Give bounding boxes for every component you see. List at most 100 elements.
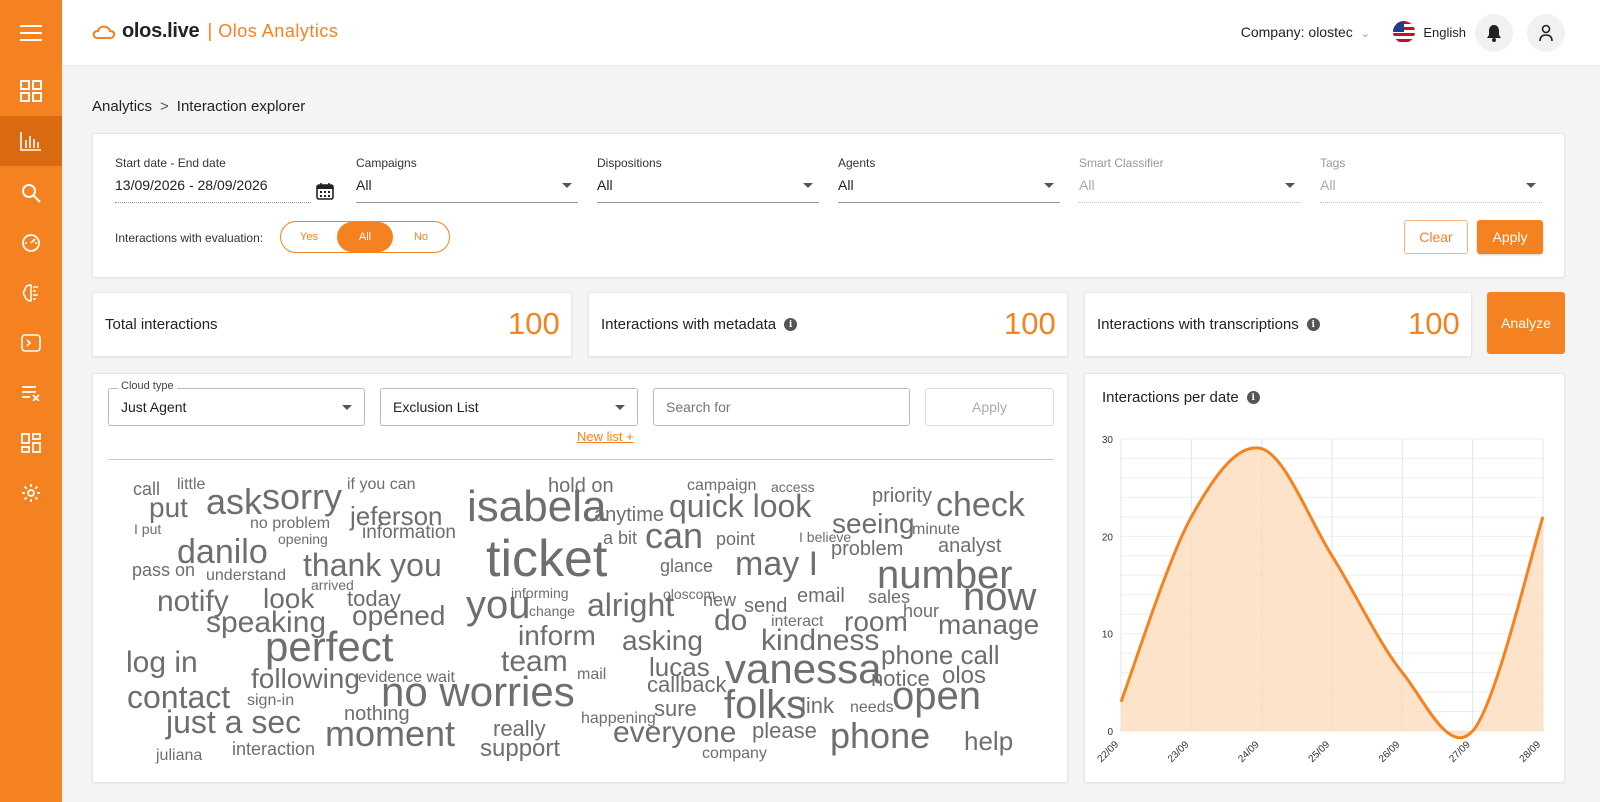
settings-icon[interactable] bbox=[0, 468, 62, 518]
menu-icon[interactable] bbox=[0, 8, 62, 58]
widgets-icon[interactable] bbox=[0, 418, 62, 468]
cloud-word[interactable]: link bbox=[801, 695, 834, 717]
cloud-word[interactable]: help bbox=[964, 728, 1013, 754]
cloud-word[interactable]: priority bbox=[872, 486, 932, 506]
cloud-word[interactable]: phone bbox=[830, 718, 930, 754]
cloud-word[interactable]: ticket bbox=[486, 533, 607, 585]
cloud-word[interactable]: information bbox=[362, 523, 456, 542]
cloud-word[interactable]: change bbox=[529, 604, 575, 618]
brain-icon[interactable] bbox=[0, 268, 62, 318]
cloud-word[interactable]: if you can bbox=[347, 477, 415, 493]
info-icon[interactable]: i bbox=[1306, 318, 1320, 331]
cloud-word[interactable]: isabela bbox=[467, 485, 606, 529]
smart-classifier-value: All bbox=[1079, 177, 1095, 193]
cloud-word[interactable]: juliana bbox=[156, 748, 202, 764]
cloud-word[interactable]: no worries bbox=[381, 671, 575, 713]
cloud-type-select[interactable]: Just Agent bbox=[108, 388, 365, 426]
cloud-word[interactable]: do bbox=[714, 606, 747, 636]
caret-down-icon bbox=[342, 405, 352, 410]
chart-title: Interactions per date i bbox=[1102, 389, 1260, 406]
breadcrumb-analytics[interactable]: Analytics bbox=[92, 98, 152, 115]
cloud-word[interactable]: glance bbox=[660, 557, 713, 575]
dispositions-label: Dispositions bbox=[597, 156, 662, 170]
us-flag-icon bbox=[1393, 21, 1416, 43]
transcriptions-label: Interactions with transcriptions i bbox=[1097, 316, 1320, 333]
info-icon[interactable]: i bbox=[784, 318, 798, 331]
language-selector[interactable]: English bbox=[1393, 21, 1466, 43]
caret-down-icon bbox=[615, 405, 625, 410]
search-input[interactable] bbox=[653, 388, 910, 426]
cloud-word[interactable]: please bbox=[752, 720, 817, 742]
dashboard-icon[interactable] bbox=[0, 66, 62, 116]
smart-classifier-filter[interactable]: Smart Classifier All bbox=[1079, 156, 1301, 203]
cloud-word[interactable]: sorry bbox=[262, 479, 342, 515]
cloud-word[interactable]: email bbox=[797, 586, 845, 606]
evaluation-no[interactable]: No bbox=[393, 222, 449, 252]
analyze-button[interactable]: Analyze bbox=[1487, 292, 1565, 354]
terminal-icon[interactable] bbox=[0, 318, 62, 368]
cloud-word[interactable]: mail bbox=[577, 667, 606, 683]
cloud-word[interactable]: open bbox=[892, 676, 981, 716]
tags-filter[interactable]: Tags All bbox=[1320, 156, 1542, 203]
cloud-word[interactable]: moment bbox=[325, 716, 455, 752]
total-interactions-value: 100 bbox=[508, 306, 560, 341]
cloud-word[interactable]: needs bbox=[850, 700, 894, 716]
cloud-word[interactable]: following bbox=[251, 665, 360, 693]
info-icon[interactable]: i bbox=[1246, 391, 1260, 404]
cloud-word[interactable]: pass on bbox=[132, 561, 195, 579]
cloud-word[interactable]: you bbox=[466, 585, 531, 625]
cloud-word[interactable]: may I bbox=[735, 547, 818, 581]
list-remove-icon[interactable] bbox=[0, 368, 62, 418]
cloud-word[interactable]: a bit bbox=[603, 529, 637, 547]
cloud-word[interactable]: company bbox=[702, 746, 767, 762]
cloud-word[interactable]: support bbox=[480, 737, 560, 761]
metadata-label: Interactions with metadata i bbox=[601, 316, 798, 333]
tags-select[interactable]: All bbox=[1320, 177, 1542, 203]
cloud-word[interactable]: hour bbox=[903, 602, 939, 620]
profile-button[interactable] bbox=[1527, 14, 1565, 52]
cloud-word[interactable]: alright bbox=[587, 589, 674, 621]
evaluation-yes[interactable]: Yes bbox=[281, 222, 337, 252]
logo[interactable]: olos.live | Olos Analytics bbox=[92, 20, 338, 43]
cloud-apply-button[interactable]: Apply bbox=[925, 388, 1054, 426]
cloud-word[interactable]: check bbox=[936, 488, 1025, 522]
caret-down-icon bbox=[1526, 183, 1536, 188]
cloud-word[interactable]: can bbox=[645, 518, 703, 554]
smart-classifier-select[interactable]: All bbox=[1079, 177, 1301, 203]
cloud-word[interactable]: interaction bbox=[232, 740, 315, 758]
agents-filter[interactable]: Agents All bbox=[838, 156, 1060, 203]
cloud-word[interactable]: perfect bbox=[265, 626, 393, 668]
date-range-filter[interactable]: Start date - End date 13/09/2026 - 28/09… bbox=[115, 156, 337, 203]
cloud-word[interactable]: callback bbox=[647, 674, 726, 696]
new-list-link[interactable]: New list + bbox=[577, 429, 634, 444]
cloud-word[interactable]: I put bbox=[134, 522, 161, 536]
transcriptions-text: Interactions with transcriptions bbox=[1097, 316, 1299, 333]
dispositions-select[interactable]: All bbox=[597, 177, 819, 203]
notifications-button[interactable] bbox=[1475, 14, 1513, 52]
apply-filters-button[interactable]: Apply bbox=[1477, 220, 1543, 254]
evaluation-all[interactable]: All bbox=[337, 222, 393, 252]
cloud-word[interactable]: opening bbox=[278, 532, 328, 546]
clear-button[interactable]: Clear bbox=[1404, 220, 1468, 254]
agents-select[interactable]: All bbox=[838, 177, 1060, 203]
cloud-word[interactable]: no problem bbox=[250, 516, 330, 532]
speedometer-icon[interactable] bbox=[0, 218, 62, 268]
date-range-input[interactable]: 13/09/2026 - 28/09/2026 bbox=[115, 177, 311, 203]
cloud-word[interactable]: everyone bbox=[613, 718, 736, 748]
search-icon[interactable] bbox=[0, 168, 62, 218]
caret-down-icon bbox=[1044, 183, 1054, 188]
cloud-word[interactable]: log in bbox=[126, 648, 198, 678]
calendar-icon[interactable] bbox=[316, 182, 334, 200]
campaigns-filter[interactable]: Campaigns All bbox=[356, 156, 578, 203]
campaigns-select[interactable]: All bbox=[356, 177, 578, 203]
dispositions-filter[interactable]: Dispositions All bbox=[597, 156, 819, 203]
cloud-word[interactable]: understand bbox=[206, 568, 286, 584]
exclusion-list-select[interactable]: Exclusion List bbox=[380, 388, 638, 426]
cloud-word[interactable]: put bbox=[149, 494, 188, 522]
cloud-word[interactable]: just a sec bbox=[166, 706, 301, 738]
company-selector[interactable]: Company: olostec ⌄ bbox=[1241, 24, 1370, 40]
cloud-word[interactable]: manage bbox=[938, 611, 1039, 639]
analytics-icon[interactable] bbox=[0, 116, 62, 166]
cloud-word[interactable]: little bbox=[177, 477, 205, 493]
cloud-word[interactable]: asking bbox=[622, 627, 703, 655]
